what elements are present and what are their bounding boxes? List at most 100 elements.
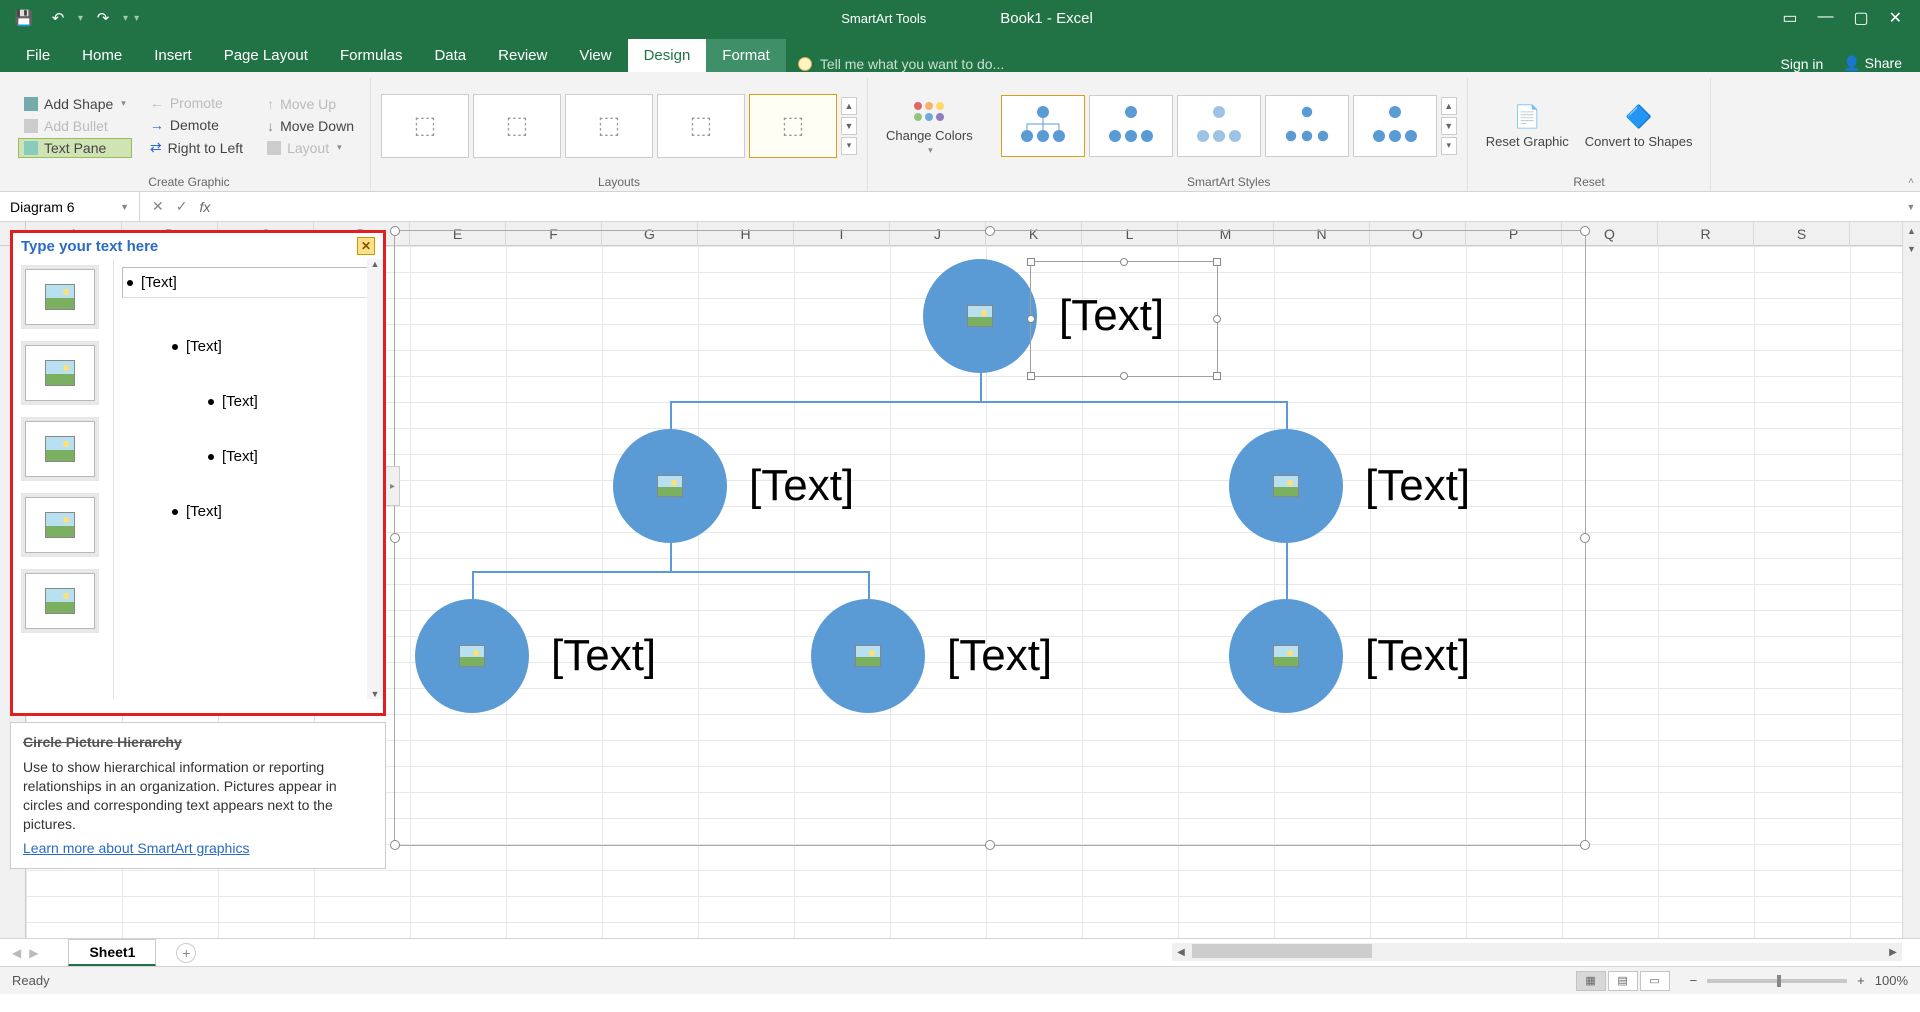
style-option-1-selected[interactable] [1001,95,1085,157]
text-item[interactable]: [Text] [122,334,379,359]
add-shape-button[interactable]: Add Shape▾ [18,94,132,114]
text-pane-button[interactable]: Text Pane [18,138,132,158]
tab-formulas[interactable]: Formulas [324,39,419,72]
redo-button[interactable]: ↷ [89,4,117,32]
styles-scroll-up[interactable]: ▲ [1441,97,1457,115]
sheet-nav-prev[interactable]: ◀ [12,946,21,960]
style-option-3[interactable] [1177,95,1261,157]
picture-placeholder-icon[interactable] [1273,645,1299,667]
zoom-slider[interactable] [1707,979,1847,983]
layout-option-2[interactable]: ⬚ [473,94,561,158]
move-down-button[interactable]: ↓Move Down [261,116,360,136]
smartart-graphic[interactable]: [Text] [Text] [Text] [Text] [Text] [Text… [394,230,1586,846]
picture-placeholder-thumb[interactable] [25,345,95,401]
column-header[interactable]: S [1754,222,1850,245]
smartart-node[interactable]: [Text] [811,599,1052,713]
tell-me-search[interactable]: Tell me what you want to do... [786,56,1016,72]
horizontal-scrollbar[interactable]: ◀▶ [1172,943,1902,961]
style-option-5[interactable] [1353,95,1437,157]
node-text[interactable]: [Text] [947,631,1052,681]
sheet-nav-next[interactable]: ▶ [29,946,38,960]
name-box[interactable]: Diagram 6▼ [0,192,140,221]
picture-placeholder-thumb[interactable] [25,269,95,325]
picture-placeholder-thumb[interactable] [25,421,95,477]
sheet-tab-sheet1[interactable]: Sheet1 [68,939,156,966]
view-page-break-button[interactable]: ▭ [1640,971,1670,991]
picture-placeholder-thumb[interactable] [25,573,95,629]
styles-more[interactable]: ▾ [1441,137,1457,155]
text-item[interactable]: [Text] [122,444,379,469]
learn-more-link[interactable]: Learn more about SmartArt graphics [23,840,249,856]
tab-file[interactable]: File [10,39,66,72]
picture-placeholder-icon[interactable] [855,645,881,667]
smartart-node[interactable]: [Text] [613,429,854,543]
column-header[interactable]: R [1658,222,1754,245]
zoom-in-button[interactable]: + [1857,973,1865,988]
picture-placeholder-icon[interactable] [459,645,485,667]
formula-bar-expand[interactable]: ▼ [1902,202,1920,212]
zoom-level[interactable]: 100% [1875,973,1908,988]
convert-to-shapes-button[interactable]: 🔷Convert to Shapes [1577,97,1701,153]
tab-format[interactable]: Format [706,39,786,72]
tab-design[interactable]: Design [628,39,707,72]
layout-option-4[interactable]: ⬚ [657,94,745,158]
gallery-scroll-down[interactable]: ▼ [841,117,857,135]
tab-view[interactable]: View [563,39,627,72]
undo-button[interactable]: ↶ [44,4,72,32]
node-text[interactable]: [Text] [1365,631,1470,681]
qat-customize-icon[interactable]: ▾ [134,13,139,24]
text-item[interactable]: [Text] [122,499,379,524]
demote-button[interactable]: →Demote [144,115,249,135]
zoom-out-button[interactable]: − [1690,973,1698,988]
maximize-button[interactable]: ▢ [1853,8,1868,28]
group-reset: 📄Reset Graphic 🔷Convert to Shapes Reset [1468,78,1712,191]
fx-icon[interactable]: fx [199,199,218,215]
text-item[interactable]: [Text] [122,267,379,298]
gallery-more[interactable]: ▾ [841,137,857,155]
text-item[interactable]: [Text] [122,389,379,414]
group-layouts: ⬚ ⬚ ⬚ ⬚ ⬚ ▲ ▼ ▾ Layouts [371,78,868,191]
save-button[interactable]: 💾 [10,4,38,32]
style-option-2[interactable] [1089,95,1173,157]
sign-in-link[interactable]: Sign in [1781,56,1824,72]
view-normal-button[interactable]: ▦ [1576,971,1606,991]
layout-option-3[interactable]: ⬚ [565,94,653,158]
node-text[interactable]: [Text] [749,461,854,511]
cancel-formula-icon[interactable]: ✕ [152,198,164,215]
right-to-left-button[interactable]: ⇄Right to Left [144,137,249,158]
text-pane-list[interactable]: [Text] [Text] [Text] [Text] [Text] ▲▼ [113,259,383,699]
tab-insert[interactable]: Insert [138,39,208,72]
ribbon-display-options-icon[interactable]: ▭ [1782,8,1797,28]
vertical-scrollbar[interactable]: ▲▼ [1902,222,1920,938]
tab-page-layout[interactable]: Page Layout [208,39,324,72]
reset-graphic-button[interactable]: 📄Reset Graphic [1478,97,1577,153]
text-pane-close-button[interactable]: ✕ [357,237,375,255]
view-page-layout-button[interactable]: ▤ [1608,971,1638,991]
tab-review[interactable]: Review [482,39,563,72]
tab-home[interactable]: Home [66,39,138,72]
text-pane-toggle-handle[interactable]: ▸ [386,466,400,506]
smartart-node[interactable]: [Text] [1229,599,1470,713]
close-button[interactable]: ✕ [1889,8,1902,28]
change-colors-button[interactable]: Change Colors▾ [878,91,981,159]
styles-scroll-down[interactable]: ▼ [1441,117,1457,135]
collapse-ribbon-icon[interactable]: ˄ [1908,176,1914,187]
picture-placeholder-icon[interactable] [657,475,683,497]
node-text[interactable]: [Text] [551,631,656,681]
picture-placeholder-icon[interactable] [1273,475,1299,497]
smartart-node[interactable]: [Text] [1229,429,1470,543]
new-sheet-button[interactable]: + [176,943,196,963]
minimize-button[interactable]: — [1817,8,1833,28]
smartart-node[interactable]: [Text] [415,599,656,713]
picture-placeholder-icon[interactable] [967,305,993,327]
picture-placeholder-thumb[interactable] [25,497,95,553]
text-pane-scrollbar[interactable]: ▲▼ [367,259,383,699]
tab-data[interactable]: Data [418,39,482,72]
enter-formula-icon[interactable]: ✓ [176,198,188,215]
node-text[interactable]: [Text] [1365,461,1470,511]
layout-option-1[interactable]: ⬚ [381,94,469,158]
layout-option-5-selected[interactable]: ⬚ [749,94,837,158]
style-option-4[interactable] [1265,95,1349,157]
gallery-scroll-up[interactable]: ▲ [841,97,857,115]
share-button[interactable]: 👤 Share [1843,55,1902,72]
